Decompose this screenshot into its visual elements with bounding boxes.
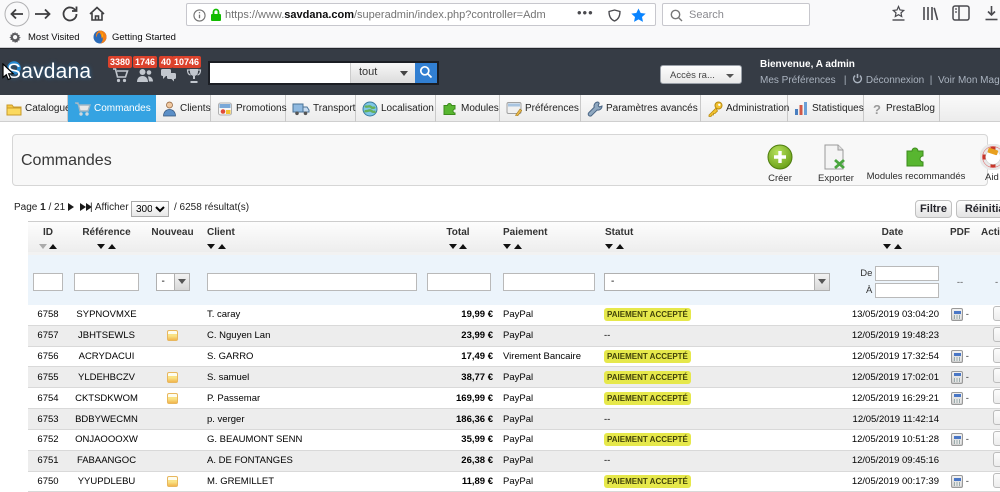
svg-text:?: ? [873,102,881,116]
